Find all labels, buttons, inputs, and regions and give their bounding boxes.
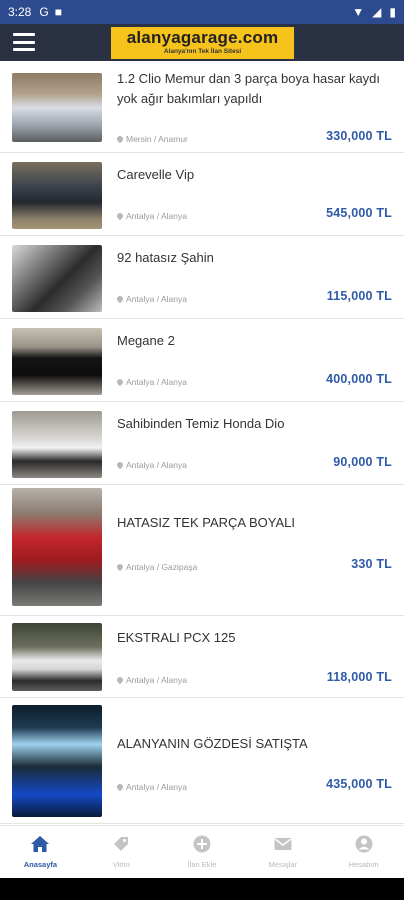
listing-photo bbox=[12, 705, 102, 817]
mail-icon bbox=[274, 838, 292, 850]
location-pin-icon bbox=[115, 377, 125, 387]
menu-icon[interactable] bbox=[13, 33, 35, 51]
location-pin-icon bbox=[115, 460, 125, 470]
logo-tagline: Alanya'nın Tek İlan Sitesi bbox=[163, 48, 242, 55]
listing-price: 545,000 TL bbox=[326, 206, 392, 220]
listing-price: 400,000 TL bbox=[326, 372, 392, 386]
nav-home[interactable]: Anasayfa bbox=[0, 826, 81, 878]
status-bar: 3:28 G ■ ▼ ◢ ▮ bbox=[0, 0, 404, 24]
wifi-icon: ▼ bbox=[352, 5, 365, 19]
listing-location: Antalya / Gazipaşa bbox=[115, 562, 197, 572]
tag-icon bbox=[114, 837, 129, 851]
listing-item[interactable]: Megane 2 Antalya / Alanya 400,000 TL bbox=[0, 319, 404, 402]
logo-brand: alanyagarage.com bbox=[126, 28, 279, 47]
listing-list: 1.2 Clio Memur dan 3 parça boya hasar ka… bbox=[0, 61, 404, 825]
location-pin-icon bbox=[115, 294, 125, 304]
listing-item[interactable]: EKSTRALI PCX 125 Antalya / Alanya 118,00… bbox=[0, 616, 404, 698]
location-pin-icon bbox=[115, 675, 125, 685]
listing-item[interactable]: 92 hatasız Şahin Antalya / Alanya 115,00… bbox=[0, 236, 404, 319]
app-bar: alanyagarage.com Alanya'nın Tek İlan Sit… bbox=[0, 24, 404, 61]
location-pin-icon bbox=[115, 211, 125, 221]
listing-title: 92 hatasız Şahin bbox=[117, 250, 214, 265]
listing-title: 1.2 Clio Memur dan 3 parça boya hasar ka… bbox=[117, 71, 381, 106]
signal-icon: ◢ bbox=[372, 5, 382, 19]
listing-location: Antalya / Alanya bbox=[115, 211, 187, 221]
listing-item[interactable]: HATASIZ TEK PARÇA BOYALI Antalya / Gazip… bbox=[0, 485, 404, 616]
listing-photo bbox=[12, 162, 102, 229]
listing-photo bbox=[12, 623, 102, 691]
listing-photo bbox=[12, 245, 102, 312]
listing-price: 118,000 TL bbox=[326, 670, 392, 684]
listing-title: Carevelle Vip bbox=[117, 167, 195, 182]
notification-icon: ■ bbox=[54, 5, 62, 19]
listing-title: HATASIZ TEK PARÇA BOYALI bbox=[117, 515, 295, 530]
listing-price: 435,000 TL bbox=[326, 777, 392, 791]
location-pin-icon bbox=[115, 782, 125, 792]
listing-price: 115,000 TL bbox=[326, 289, 392, 303]
status-time: 3:28 bbox=[8, 5, 32, 19]
account-icon bbox=[355, 835, 373, 853]
listing-photo bbox=[12, 328, 102, 395]
listing-photo bbox=[12, 73, 102, 142]
listing-title: Sahibinden Temiz Honda Dio bbox=[117, 416, 285, 431]
bottom-navigation: Anasayfa Vitrin İlan Ekle Mesajlar Hesab… bbox=[0, 825, 404, 878]
listing-price: 90,000 TL bbox=[333, 455, 392, 469]
listing-location: Antalya / Alanya bbox=[115, 782, 187, 792]
listing-location: Antalya / Alanya bbox=[115, 377, 187, 387]
listing-location: Antalya / Alanya bbox=[115, 294, 187, 304]
listing-price: 330 TL bbox=[351, 557, 392, 571]
add-circle-icon bbox=[193, 835, 211, 853]
listing-title: ALANYANIN GÖZDESİ SATIŞTA bbox=[117, 736, 308, 751]
listing-location: Mersin / Anamur bbox=[115, 134, 188, 144]
google-icon: G bbox=[39, 5, 49, 19]
battery-icon: ▮ bbox=[389, 5, 396, 19]
listing-title: Megane 2 bbox=[117, 333, 175, 348]
listing-item[interactable]: Carevelle Vip Antalya / Alanya 545,000 T… bbox=[0, 153, 404, 236]
nav-showcase[interactable]: Vitrin bbox=[81, 826, 162, 878]
location-pin-icon bbox=[115, 562, 125, 572]
nav-messages[interactable]: Mesajlar bbox=[242, 826, 323, 878]
site-logo[interactable]: alanyagarage.com Alanya'nın Tek İlan Sit… bbox=[111, 27, 294, 59]
listing-item[interactable]: 1.2 Clio Memur dan 3 parça boya hasar ka… bbox=[0, 61, 404, 153]
location-pin-icon bbox=[115, 134, 125, 144]
nav-add-listing[interactable]: İlan Ekle bbox=[162, 826, 243, 878]
listing-location: Antalya / Alanya bbox=[115, 675, 187, 685]
listing-item[interactable]: ALANYANIN GÖZDESİ SATIŞTA Antalya / Alan… bbox=[0, 698, 404, 824]
home-icon bbox=[31, 836, 50, 852]
listing-location: Antalya / Alanya bbox=[115, 460, 187, 470]
listing-item[interactable]: Sahibinden Temiz Honda Dio Antalya / Ala… bbox=[0, 402, 404, 485]
listing-title: EKSTRALI PCX 125 bbox=[117, 630, 236, 645]
listing-photo bbox=[12, 411, 102, 478]
listing-photo bbox=[12, 488, 102, 606]
listing-price: 330,000 TL bbox=[326, 129, 392, 143]
nav-account[interactable]: Hesabım bbox=[323, 826, 404, 878]
system-navigation-bar bbox=[0, 878, 404, 900]
